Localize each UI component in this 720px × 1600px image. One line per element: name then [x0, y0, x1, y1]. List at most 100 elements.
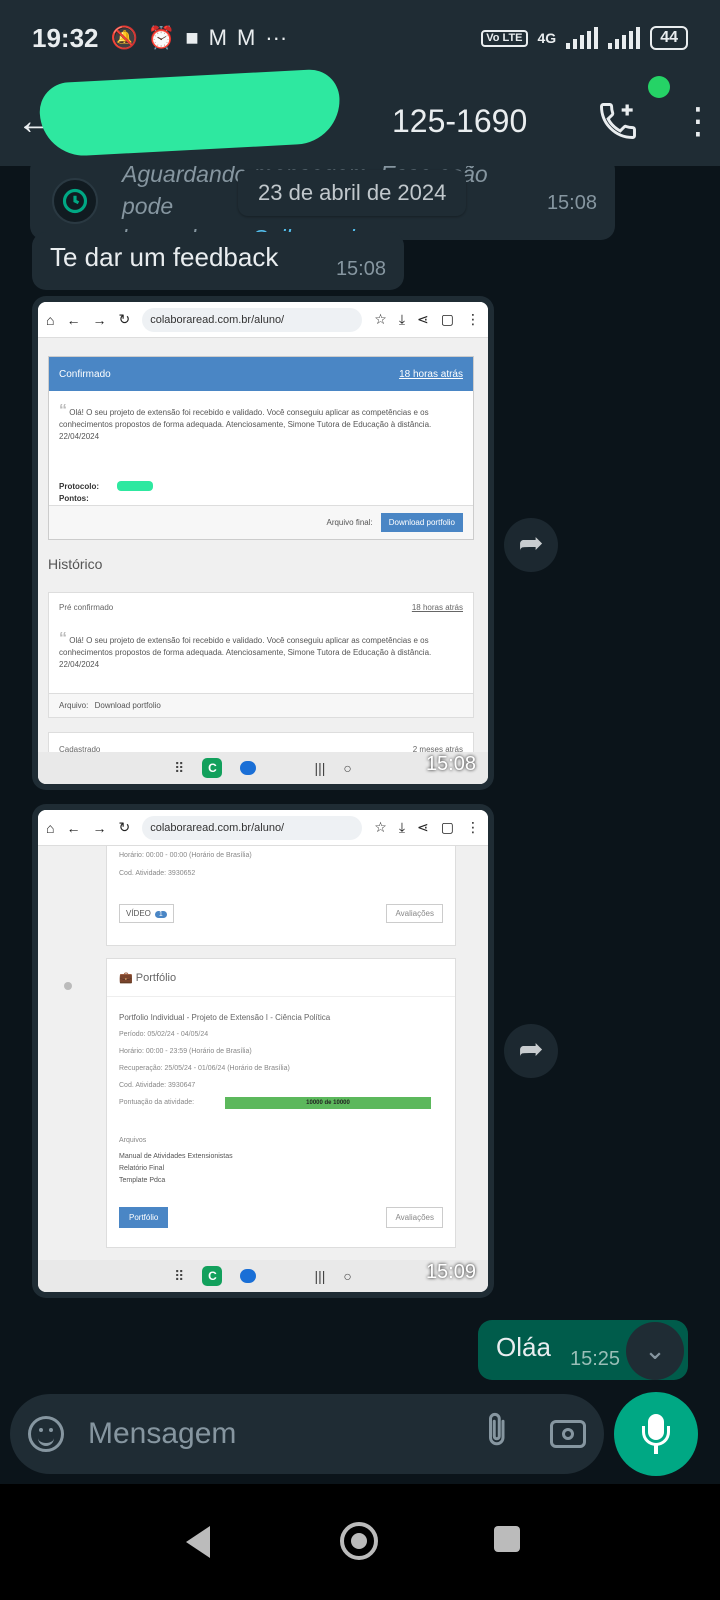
grid-icon: ⠿	[174, 759, 185, 776]
star-icon: ☆	[374, 311, 387, 327]
arquivo-final-label: Arquivo final:	[326, 518, 373, 527]
recents-icon: |||	[314, 1268, 326, 1284]
back-icon: ←	[66, 819, 81, 836]
url-bar: colaboraread.com.br/aluno/	[142, 815, 363, 840]
video-count: 1	[154, 911, 167, 918]
portfolio-heading: 💼 Portfólio	[107, 959, 455, 997]
camera-icon[interactable]	[550, 1420, 586, 1448]
attach-icon[interactable]	[480, 1410, 516, 1458]
message-time: 15:09	[425, 1261, 476, 1283]
home-circle-icon: ○	[343, 1268, 352, 1284]
overflow-menu-icon[interactable]: ⋮	[680, 103, 716, 139]
square-icon: ■	[185, 25, 199, 50]
activity-card: Horário: 00:00 - 00:00 (Horário de Brasí…	[106, 846, 456, 946]
periodo-line: Período: 05/02/24 - 04/05/24	[119, 1031, 209, 1038]
home-circle-icon: ○	[343, 760, 352, 776]
gmail-icon: M	[208, 25, 227, 50]
share-icon: ⋖	[417, 819, 429, 835]
incoming-text-message[interactable]: Te dar um feedback 15:08	[32, 232, 404, 290]
protocolo-label: Protocolo:	[59, 482, 99, 491]
status-time: 18 horas atrás	[399, 368, 463, 380]
clock-icon	[52, 178, 98, 224]
message-input[interactable]: Mensagem	[88, 1417, 480, 1451]
chat-area[interactable]: Aguardando mensagem. Essa ação pode leva…	[0, 166, 720, 1416]
file-item: Manual de Atividades Extensionistas	[119, 1153, 233, 1160]
message-time: 15:08	[425, 753, 476, 775]
incoming-image-message[interactable]: ⌂ ← → ↻ colaboraread.com.br/aluno/ ☆ ⤓ ⋖…	[32, 804, 494, 1298]
nav-recents-icon[interactable]	[494, 1526, 520, 1552]
portfolio-button: Portfólio	[119, 1207, 169, 1228]
add-call-icon[interactable]	[596, 99, 640, 143]
voice-message-button[interactable]	[614, 1392, 698, 1476]
reload-icon: ↻	[118, 819, 131, 835]
home-icon: ⌂	[46, 819, 55, 836]
url-bar: colaboraread.com.br/aluno/	[142, 307, 363, 332]
portfolio-heading-text: Portfólio	[135, 972, 177, 984]
incoming-image-message[interactable]: ⌂ ← → ↻ colaboraread.com.br/aluno/ ☆ ⤓ ⋖…	[32, 296, 494, 790]
tabs-icon: ▢	[440, 819, 454, 835]
notification-dot	[648, 76, 670, 98]
avaliacoes-button: Avaliações	[386, 904, 443, 923]
nav-home-icon[interactable]	[340, 1522, 378, 1560]
reload-icon: ↻	[118, 311, 131, 327]
pre-confirmado-label: Pré confirmado	[59, 603, 114, 612]
historico-title: Histórico	[48, 556, 103, 572]
status-panel: Confirmado 18 horas atrás “ Olá! O seu p…	[48, 356, 474, 540]
message-time: 15:25	[570, 1348, 621, 1370]
history-card: Pré confirmado 18 horas atrás “ Olá! O s…	[48, 592, 474, 718]
home-icon: ⌂	[46, 311, 55, 328]
screenshot-navbar: ⠿ C ||| ○	[38, 1260, 488, 1292]
forward-icon[interactable]: ➦	[504, 1024, 558, 1078]
briefcase-icon: 💼	[119, 972, 133, 984]
message-time: 15:08	[546, 192, 597, 214]
screenshot-image[interactable]: ⌂ ← → ↻ colaboraread.com.br/aluno/ ☆ ⤓ ⋖…	[38, 810, 488, 1292]
chat-header: ← 125-1690 ⋮	[0, 68, 720, 166]
download-icon: ⤓	[398, 311, 406, 327]
timeline-dot	[64, 982, 72, 990]
message-composer: Mensagem	[10, 1394, 604, 1474]
status-bar: 19:32 🔕 ⏰ ■ M M ··· Vo LTE 4G 44	[0, 0, 720, 76]
more-icon: ···	[265, 25, 288, 50]
download-portfolio-button: Download portfolio	[380, 513, 463, 532]
score-bar: 10000 de 10000	[225, 1097, 431, 1109]
forward-icon: →	[92, 819, 107, 836]
app-icon: C	[202, 1266, 223, 1286]
chat-app-icon	[240, 1269, 257, 1283]
cod-line: Cod. Atividade: 3930647	[119, 1082, 196, 1089]
download-icon: ⤓	[398, 819, 406, 835]
panel-footer: Arquivo final: Download portfolio	[49, 505, 473, 539]
recuperacao-line: Recuperação: 25/05/24 - 01/06/24 (Horári…	[119, 1065, 290, 1072]
feedback-quote: “ Olá! O seu projeto de extensão foi rec…	[59, 403, 465, 443]
gmail-icon: M	[236, 25, 256, 50]
nav-back-icon[interactable]	[186, 1526, 210, 1558]
star-icon: ☆	[374, 819, 387, 835]
message-time: 15:08	[335, 258, 386, 280]
forward-icon[interactable]: ➦	[504, 518, 558, 572]
files-list: Arquivos Manual de Atividades Extensioni…	[119, 1135, 233, 1187]
redaction-mark	[38, 68, 342, 158]
tabs-icon: ▢	[440, 311, 454, 327]
recents-icon: |||	[314, 760, 326, 776]
avaliacoes-button: Avaliações	[386, 1207, 443, 1228]
arquivos-label: Arquivos	[119, 1137, 147, 1144]
horario-line: Horário: 00:00 - 23:59 (Horário de Brasí…	[119, 1048, 252, 1055]
quote-icon: “	[59, 630, 67, 647]
signal-icon	[566, 27, 599, 49]
feedback-text: Olá! O seu projeto de extensão foi receb…	[59, 408, 432, 441]
message-text: Oláa	[496, 1332, 551, 1362]
feedback-text: Olá! O seu projeto de extensão foi receb…	[59, 636, 432, 669]
screenshot-image[interactable]: ⌂ ← → ↻ colaboraread.com.br/aluno/ ☆ ⤓ ⋖…	[38, 302, 488, 784]
signal-icon	[608, 27, 641, 49]
microphone-icon-stem	[654, 1445, 658, 1454]
scroll-down-button[interactable]: ⌄	[626, 1322, 684, 1380]
app-icon: C	[202, 758, 223, 778]
volte-icon: Vo LTE	[481, 29, 528, 47]
network-label: 4G	[537, 30, 557, 46]
screenshot-navbar: ⠿ C ||| ○	[38, 752, 488, 784]
emoji-icon[interactable]	[28, 1416, 64, 1452]
protocol-info: Protocolo: Pontos:	[59, 481, 99, 505]
feedback-quote: “ Olá! O seu projeto de extensão foi rec…	[59, 630, 465, 671]
pre-confirmado-time: 18 horas atrás	[411, 603, 463, 612]
system-navigation-bar	[0, 1484, 720, 1600]
pontos-label: Pontos:	[59, 494, 89, 503]
